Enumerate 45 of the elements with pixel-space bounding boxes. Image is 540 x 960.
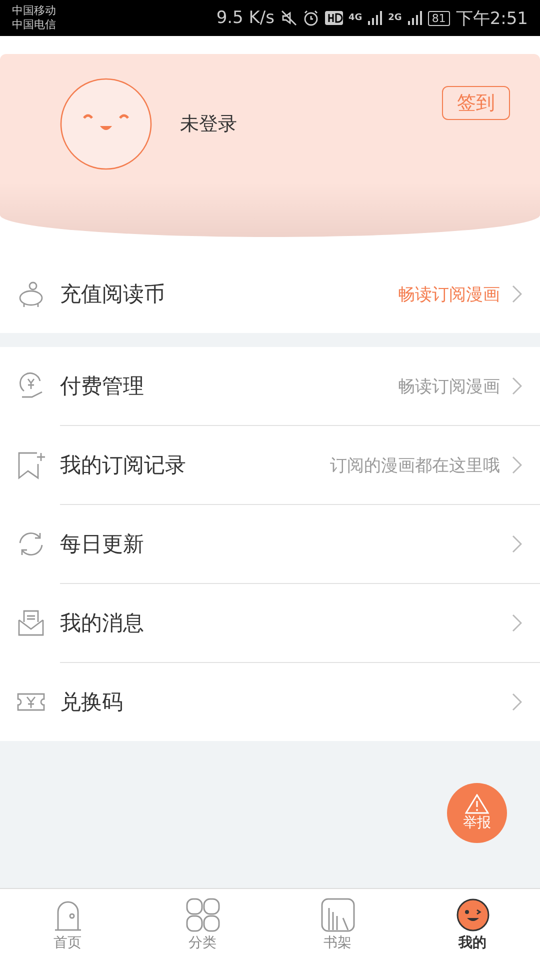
nav-tab[interactable]: 首页 (0, 889, 135, 960)
chevron-right-icon (512, 285, 522, 303)
signal-icon (408, 11, 422, 25)
alarm-icon (302, 10, 318, 26)
bookshelf-icon (320, 898, 354, 932)
login-status[interactable]: 未登录 (180, 111, 237, 137)
menu-detail: 订阅的漫画都在这里哦 (330, 454, 500, 476)
carrier-name: 中国移动 (12, 4, 56, 18)
network-type: 2G (388, 13, 402, 23)
menu-row[interactable]: 充值阅读币 畅读订阅漫画 (0, 255, 540, 333)
envelope-icon (16, 608, 46, 638)
chevron-right-icon (512, 693, 522, 711)
menu-label: 付费管理 (60, 373, 144, 400)
chevron-right-icon (512, 614, 522, 632)
hd-icon (324, 11, 342, 25)
signal-icon (368, 11, 382, 25)
nav-tab[interactable]: 书架 (270, 889, 405, 960)
menu-label: 兑换码 (60, 689, 123, 716)
chevron-right-icon (512, 535, 522, 553)
nav-tab[interactable]: 分类 (135, 889, 270, 960)
menu-label: 每日更新 (60, 531, 144, 558)
nav-tab[interactable]: 我的 (405, 889, 540, 960)
menu-row[interactable]: 我的订阅记录 订阅的漫画都在这里哦 (0, 426, 540, 504)
chevron-right-icon (512, 377, 522, 395)
menu-row[interactable]: 兑换码 (0, 663, 540, 741)
chevron-right-icon (512, 456, 522, 474)
menu-row[interactable]: 付费管理 畅读订阅漫画 (0, 347, 540, 425)
menu-row[interactable]: 我的消息 (0, 584, 540, 662)
mute-icon (280, 10, 296, 26)
bookmark-icon (16, 450, 46, 480)
carrier-name: 中国电信 (12, 18, 56, 32)
clock-time: 下午2:51 (456, 8, 528, 30)
battery-level: 81 (428, 10, 450, 26)
warning-icon (465, 794, 489, 814)
grid-icon (186, 898, 220, 932)
smiley-avatar-icon (60, 78, 152, 170)
network-speed: 9.5 K/s (216, 8, 274, 28)
menu-row[interactable]: 每日更新 (0, 505, 540, 583)
smiley-face-icon (456, 898, 490, 932)
menu-label: 我的订阅记录 (60, 452, 186, 479)
menu-label: 充值阅读币 (60, 281, 165, 308)
network-type: 4G (348, 13, 362, 23)
menu-detail: 畅读订阅漫画 (398, 376, 500, 398)
menu-label: 我的消息 (60, 610, 144, 637)
menu-detail: 畅读订阅漫画 (398, 284, 500, 306)
